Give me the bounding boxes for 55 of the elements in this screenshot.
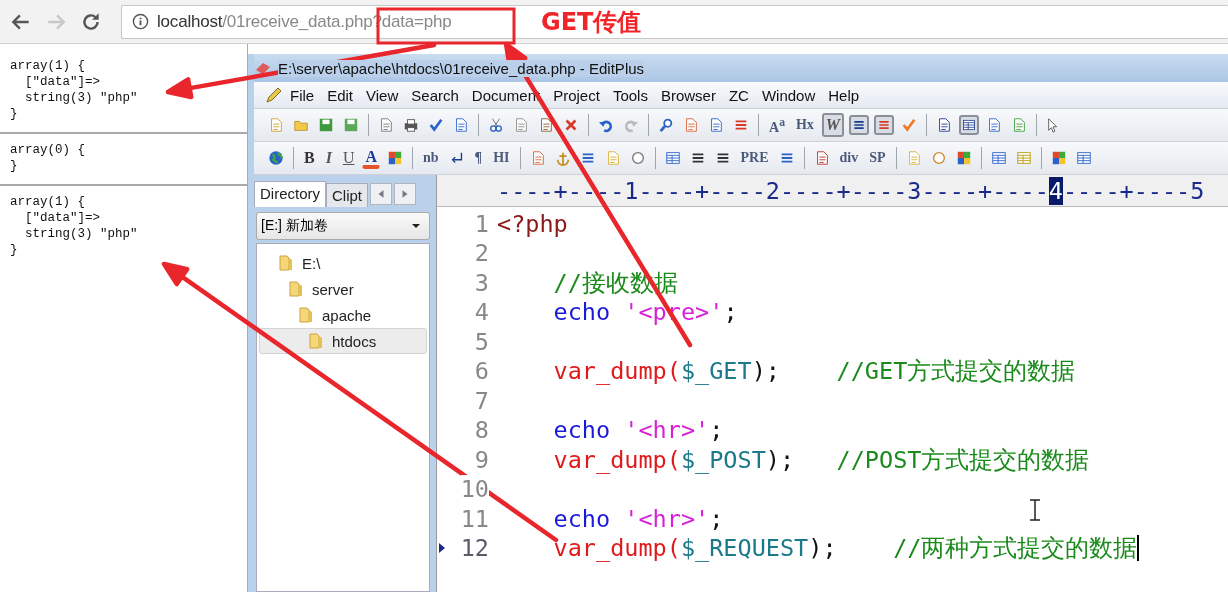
code-line: <?php	[497, 209, 568, 238]
panel-tab[interactable]: Clipt	[326, 183, 369, 207]
toolbar-button[interactable]: W	[821, 113, 845, 137]
toolbar-button[interactable]: U	[339, 147, 358, 169]
annotation-label: GET传值	[541, 7, 642, 38]
toolbar-button[interactable]: PRE	[737, 147, 772, 169]
menu-item[interactable]: Tools	[612, 86, 648, 104]
folder-icon	[308, 332, 324, 350]
code-line: echo '<hr>';	[553, 504, 724, 533]
menu-item[interactable]: Window	[761, 86, 816, 104]
caret-icon	[411, 223, 421, 229]
var-dump-output: array(1) { ["data"]=> string(3) "php" }	[10, 58, 139, 122]
menu-item[interactable]: View	[366, 86, 399, 104]
menu-item[interactable]: Browser	[660, 86, 716, 104]
info-icon[interactable]	[132, 13, 149, 30]
globe-icon[interactable]	[266, 148, 286, 168]
toolbar-button[interactable]: B	[301, 147, 318, 169]
toolbar-button[interactable]: I	[322, 147, 335, 169]
scroll-left-icon[interactable]	[370, 183, 393, 205]
panel-tab[interactable]: Directory	[254, 181, 326, 207]
current-line-marker	[439, 543, 445, 554]
folder-icon	[278, 254, 294, 272]
reload-icon[interactable]	[80, 10, 102, 33]
code-line: echo '<hr>';	[553, 416, 724, 445]
menu-item[interactable]: ZC	[728, 86, 749, 104]
toolbar-button[interactable]: Hx	[792, 114, 817, 136]
toolbar-button[interactable]: A$^{a}$	[766, 111, 788, 139]
toolbar-button[interactable]: div	[836, 147, 862, 169]
toolbar-button[interactable]: SP	[866, 147, 889, 169]
folder-item[interactable]: E:\	[259, 250, 427, 276]
code-line: var_dump($_REQUEST); //两种方式提交的数据	[553, 533, 1138, 565]
var-dump-output: array(1) { ["data"]=> string(3) "php" }	[10, 194, 139, 258]
scroll-right-icon[interactable]	[394, 183, 417, 205]
i-beam-cursor-icon	[1029, 499, 1041, 521]
code-line: var_dump($_GET); //GET方式提交的数据	[553, 356, 1076, 388]
toolbar-button[interactable]: nb	[420, 147, 442, 169]
panel-icon[interactable]	[959, 115, 980, 135]
folder-icon	[288, 280, 304, 298]
menu-item[interactable]: Project	[553, 86, 600, 104]
drive-dropdown[interactable]: [E:] 新加卷	[256, 212, 430, 240]
toolbar-button[interactable]: HI	[490, 147, 513, 169]
folder-item[interactable]: server	[259, 276, 427, 302]
toolbar-button[interactable]: ¶	[471, 147, 486, 169]
window-title: E:\server\apache\htdocs\01receive_data.php - EditPlus	[278, 59, 645, 77]
toolbar-button[interactable]: A	[362, 147, 381, 169]
menu-item[interactable]: Help	[828, 86, 860, 104]
text-caret	[1137, 535, 1140, 562]
folder-icon	[298, 306, 314, 324]
folder-item[interactable]: htdocs	[259, 328, 427, 354]
menu-item[interactable]: Search	[411, 86, 459, 104]
folder-item[interactable]: apache	[259, 302, 427, 328]
code-line: var_dump($_POST); //POST方式提交的数据	[553, 444, 1090, 476]
menu-item[interactable]: File	[290, 86, 315, 104]
menu-item[interactable]: Edit	[327, 86, 354, 104]
var-dump-output: array(0) { }	[10, 142, 86, 174]
